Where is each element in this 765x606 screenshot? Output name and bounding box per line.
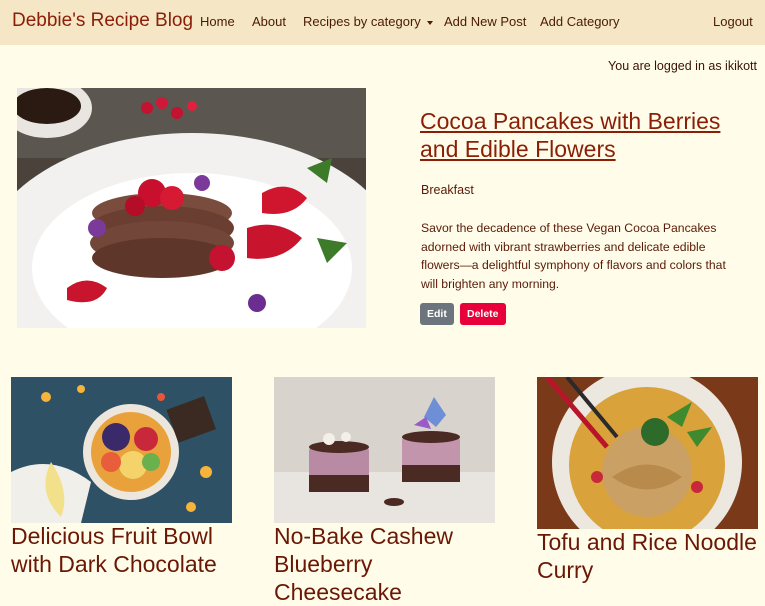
recipe-card-image-fruit-bowl[interactable] bbox=[11, 377, 232, 523]
recipe-card-image-curry[interactable] bbox=[537, 377, 758, 529]
featured-post-category: Breakfast bbox=[421, 183, 474, 197]
navbar: Debbie's Recipe Blog Home About Recipes … bbox=[0, 0, 765, 45]
featured-post-description: Savor the decadence of these Vegan Cocoa… bbox=[421, 221, 726, 291]
recipe-card-title-curry[interactable]: Tofu and Rice Noodle Curry bbox=[537, 528, 758, 584]
nav-add-category[interactable]: Add Category bbox=[540, 14, 620, 29]
delete-button[interactable]: Delete bbox=[460, 303, 506, 325]
nav-recipes-by-category[interactable]: Recipes by category bbox=[303, 14, 433, 29]
recipe-card-image-cheesecake[interactable] bbox=[274, 377, 495, 523]
recipe-card-title-fruit-bowl[interactable]: Delicious Fruit Bowl with Dark Chocolate bbox=[11, 522, 232, 578]
featured-post-title[interactable]: Cocoa Pancakes with Berries and Edible F… bbox=[420, 107, 740, 163]
nav-logout[interactable]: Logout bbox=[713, 14, 753, 29]
caret-down-icon bbox=[426, 20, 433, 25]
recipe-card-title-cheesecake[interactable]: No-Bake Cashew Blueberry Cheesecake bbox=[274, 522, 495, 606]
featured-post-image[interactable] bbox=[17, 88, 366, 328]
nav-home[interactable]: Home bbox=[200, 14, 235, 29]
nav-recipes-label: Recipes by category bbox=[303, 14, 421, 29]
nav-add-new-post[interactable]: Add New Post bbox=[444, 14, 526, 29]
nav-about[interactable]: About bbox=[252, 14, 286, 29]
login-status: You are logged in as ikikott bbox=[608, 59, 757, 73]
edit-button[interactable]: Edit bbox=[420, 303, 454, 325]
brand-link[interactable]: Debbie's Recipe Blog bbox=[12, 10, 193, 32]
